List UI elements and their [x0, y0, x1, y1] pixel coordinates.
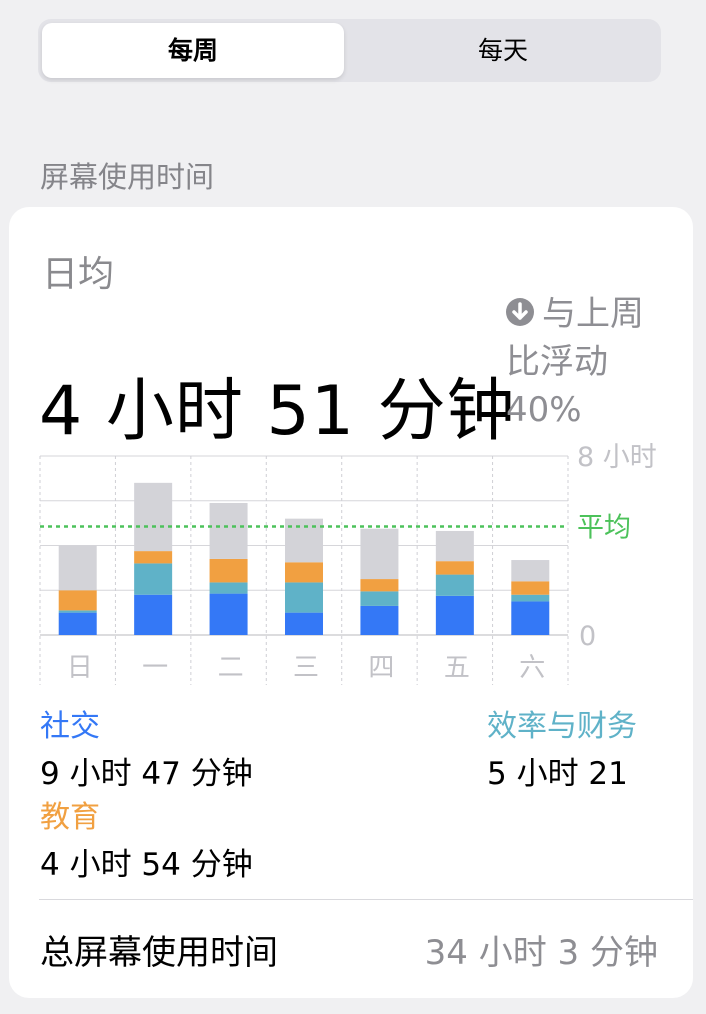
- legend-category-name: 教育: [40, 800, 100, 835]
- x-tick-label: 五: [444, 653, 470, 683]
- x-tick-label: 日: [67, 653, 93, 683]
- bar-segment: [58, 612, 97, 635]
- bar-segment: [360, 579, 399, 592]
- bar-top-corner: [436, 531, 474, 535]
- x-tick-label: 二: [218, 653, 244, 683]
- bar-top-corner: [59, 546, 97, 550]
- legend-category-value: 4 小时 54 分钟: [40, 847, 253, 883]
- bar-segment: [285, 612, 323, 635]
- bar-segment: [58, 545, 97, 591]
- bar-segment: [134, 563, 173, 595]
- bar-segment: [360, 591, 399, 606]
- bar-top-corner: [360, 529, 398, 533]
- y-tick-label-zero: 0: [579, 621, 596, 652]
- bar-segment: [511, 560, 550, 582]
- daily-average-value: 4 小时 51 分钟: [39, 372, 516, 451]
- bar-segment: [511, 601, 550, 635]
- bar-top-corner: [134, 483, 172, 487]
- bar-segment: [285, 582, 323, 613]
- bar-segment: [58, 590, 97, 611]
- bar-segment: [209, 593, 248, 635]
- bar-segment: [209, 582, 248, 594]
- weekly-change-percent: 40%: [506, 390, 582, 430]
- bar-segment: [209, 558, 248, 583]
- legend-category-name: 社交: [40, 709, 100, 744]
- weekly-change: 与上周比浮动 40%: [506, 290, 676, 434]
- bar-segment: [360, 605, 399, 635]
- bar-segment: [435, 574, 474, 596]
- x-tick-label: 一: [142, 653, 168, 683]
- total-screen-time-value: 34 小时 3 分钟: [424, 933, 658, 973]
- daily-average-label: 日均: [42, 254, 115, 295]
- bar-top-corner: [285, 519, 323, 523]
- bar-segment: [435, 595, 474, 635]
- bar-segment: [360, 528, 399, 580]
- arrow-down-circle-icon: [506, 297, 534, 326]
- bar-segment: [134, 482, 173, 552]
- bar-segment: [511, 594, 550, 602]
- section-title: 屏幕使用时间: [40, 160, 215, 194]
- x-tick-label: 三: [293, 653, 319, 683]
- bar-segment: [435, 561, 474, 575]
- legend-category-value: 9 小时 47 分钟: [40, 756, 253, 792]
- bar-segment: [209, 502, 248, 559]
- bar-segment: [285, 518, 323, 563]
- total-screen-time-label: 总屏幕使用时间: [40, 933, 278, 973]
- bar-segment: [134, 594, 173, 635]
- bar-segment: [134, 551, 173, 564]
- bar-segment: [285, 562, 323, 583]
- screen-time-card[interactable]: 日均 4 小时 51 分钟 与上周比浮动 40% 日一二三四五六平均 8 小时 0 …: [9, 207, 693, 998]
- bar-segment: [435, 530, 474, 562]
- segment-weekly[interactable]: 每周: [42, 19, 344, 82]
- divider: [39, 899, 693, 900]
- x-tick-label: 六: [519, 653, 545, 683]
- average-label: 平均: [577, 512, 631, 543]
- period-segmented-control: 每周 每天: [38, 19, 661, 82]
- bar-top-corner: [210, 503, 248, 507]
- y-tick-label-max: 8 小时: [577, 442, 657, 473]
- bar-segment: [58, 610, 97, 613]
- bar-segment: [511, 581, 550, 595]
- legend-category-name: 效率与财务: [487, 709, 637, 744]
- legend-category-value: 5 小时 21: [487, 756, 628, 792]
- bar-top-corner: [511, 560, 549, 564]
- segment-daily[interactable]: 每天: [349, 19, 657, 82]
- x-tick-label: 四: [368, 653, 394, 683]
